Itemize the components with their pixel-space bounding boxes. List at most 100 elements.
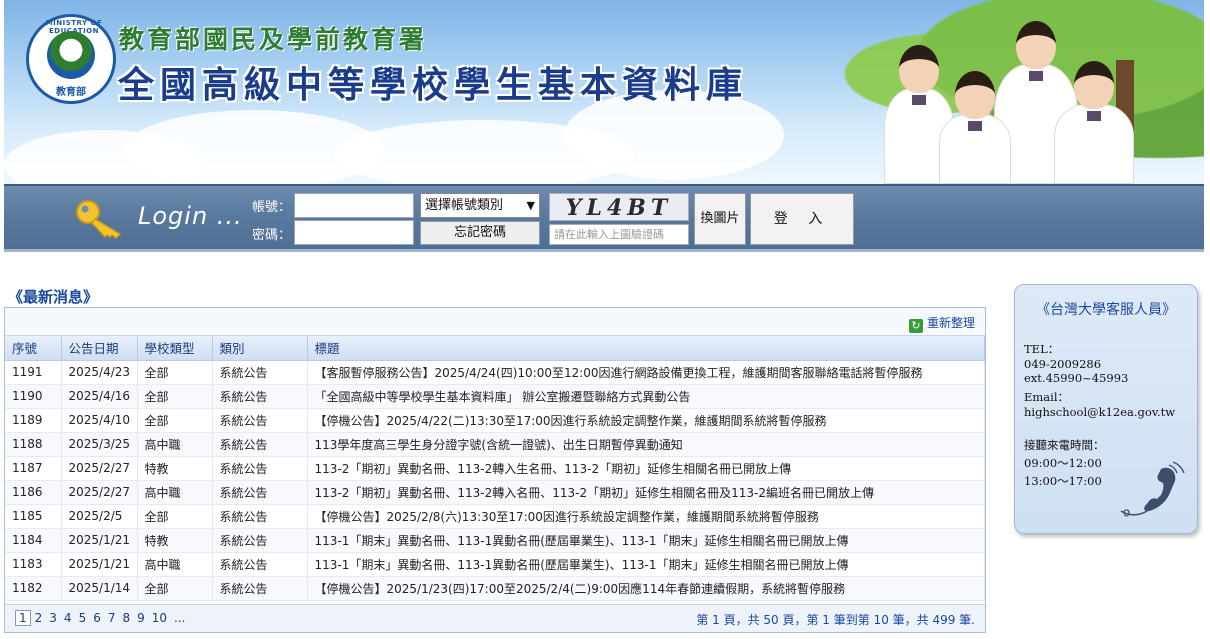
table-row[interactable]: 1186 2025/2/27 高中職 系統公告 113-2「期初」異動名冊、113-2轉…: [5, 480, 985, 505]
page-link[interactable]: 7: [105, 611, 119, 625]
cell-category: 系統公告: [212, 576, 308, 601]
table-row[interactable]: 1183 2025/1/21 高中職 系統公告 113-1「期末」異動名冊、113-1異…: [5, 552, 985, 577]
news-panel: ↻ 重新整理 序號 公告日期 學校類型 類別 標題 1191 2025/4/23 全部…: [4, 307, 986, 633]
cell-category: 系統公告: [212, 456, 308, 481]
cell-id: 1184: [5, 528, 62, 553]
pagination-bar: 1 2 3 4 5 6 7 8 9 10... 第 1 頁，共 50 頁，第 1 筆到第 10 筆…: [5, 604, 985, 632]
cell-title[interactable]: 113-1「期末」異動名冊、113-1異動名冊(歷屆畢業生)、113-1「期末」…: [307, 552, 985, 577]
table-row[interactable]: 1190 2025/4/16 全部 系統公告 「全國高級中等學校學生基本資料庫」 辦公室…: [5, 384, 985, 409]
page-link[interactable]: 4: [61, 611, 75, 625]
page-links: 1 2 3 4 5 6 7 8 9 10...: [15, 610, 190, 626]
account-label: 帳號：: [252, 200, 292, 215]
refresh-label: 重新整理: [926, 316, 975, 330]
cell-title[interactable]: 113-1「期末」異動名冊、113-1異動名冊(歷屆畢業生)、113-1「期末」…: [307, 528, 985, 553]
refresh-captcha-button[interactable]: 換圖片: [694, 193, 746, 245]
forgot-password-button[interactable]: 忘記密碼: [420, 221, 540, 245]
captcha-image: YL4BT: [549, 193, 689, 221]
page-link[interactable]: 6: [90, 611, 104, 625]
header-banner: MINISTRY OF EDUCATION 教育部 教育部國民及學前教育署 全國…: [4, 0, 1204, 184]
cell-title[interactable]: 【停機公告】2025/2/8(六)13:30至17:00因進行系統設定調整作業，…: [307, 504, 985, 529]
cell-category: 系統公告: [212, 384, 308, 409]
news-heading: 《最新消息》: [8, 288, 99, 306]
password-label: 密碼：: [252, 228, 292, 243]
hours-morning: 09:00～12:00: [1024, 456, 1102, 470]
cell-id: 1185: [5, 504, 62, 529]
cell-title[interactable]: 113學年度高三學生身分證字號(含統一證號)、出生日期暫停異動通知: [307, 432, 985, 457]
support-contact-box: 《台灣大學客服人員》 TEL： 049-2009286 ext.45990~45…: [1014, 284, 1198, 534]
tel-value: 049-2009286 ext.45990~45993: [1024, 357, 1129, 385]
cell-title[interactable]: 【停機公告】2025/1/23(四)17:00至2025/2/4(二)9:00因…: [307, 576, 985, 601]
page-link[interactable]: 5: [76, 611, 90, 625]
cell-title[interactable]: 113-2「期初」異動名冊、113-2轉入生名冊、113-2「期初」延修生相關名…: [307, 456, 985, 481]
column-header-title[interactable]: 標題: [307, 336, 985, 361]
cell-title[interactable]: 【客服暫停服務公告】2025/4/24(四)10:00至12:00因進行網路設備…: [307, 360, 985, 385]
cell-id: 1186: [5, 480, 62, 505]
cell-id: 1190: [5, 384, 62, 409]
cell-category: 系統公告: [212, 408, 308, 433]
page-link[interactable]: 8: [119, 611, 133, 625]
cell-category: 系統公告: [212, 480, 308, 505]
cell-date: 2025/3/25: [61, 432, 138, 457]
page-link[interactable]: 3: [46, 611, 60, 625]
cell-school-type: 高中職: [137, 480, 213, 505]
cell-school-type: 高中職: [137, 432, 213, 457]
login-button[interactable]: 登 入: [750, 193, 854, 245]
cell-school-type: 全部: [137, 576, 213, 601]
site-title: 全國高級中等學校學生基本資料庫: [118, 64, 749, 106]
cell-id: 1189: [5, 408, 62, 433]
cell-school-type: 全部: [137, 360, 213, 385]
page-info: 第 1 頁，共 50 頁，第 1 筆到第 10 筆，共 499 筆.: [696, 613, 975, 627]
cell-school-type: 特教: [137, 528, 213, 553]
cell-id: 1187: [5, 456, 62, 481]
refresh-icon: ↻: [908, 319, 923, 333]
tel-label: TEL：: [1024, 342, 1060, 356]
page-link[interactable]: 1: [15, 610, 31, 626]
cell-category: 系統公告: [212, 432, 308, 457]
cell-school-type: 高中職: [137, 552, 213, 577]
column-header-date[interactable]: 公告日期: [61, 336, 138, 361]
cell-id: 1191: [5, 360, 62, 385]
cell-date: 2025/1/14: [61, 576, 138, 601]
cell-date: 2025/1/21: [61, 552, 138, 577]
column-header-school-type[interactable]: 學校類型: [137, 336, 213, 361]
password-input[interactable]: [294, 220, 414, 245]
column-header-id[interactable]: 序號: [5, 336, 62, 361]
cell-id: 1183: [5, 552, 62, 577]
cell-id: 1182: [5, 576, 62, 601]
captcha-input[interactable]: 請在此輸入上圖驗證碼: [549, 224, 689, 245]
account-type-select[interactable]: 選擇帳號類別 ▼: [420, 193, 540, 218]
table-row[interactable]: 1185 2025/2/5 全部 系統公告 【停機公告】2025/2/8(六)13:30…: [5, 504, 985, 529]
table-header-row: 序號 公告日期 學校類型 類別 標題: [5, 336, 985, 361]
cell-category: 系統公告: [212, 360, 308, 385]
table-row[interactable]: 1184 2025/1/21 特教 系統公告 113-1「期末」異動名冊、113-1異動…: [5, 528, 985, 553]
table-row[interactable]: 1191 2025/4/23 全部 系統公告 【客服暫停服務公告】2025/4/24(四…: [5, 360, 985, 385]
table-row[interactable]: 1189 2025/4/10 全部 系統公告 【停機公告】2025/4/22(二)13:…: [5, 408, 985, 433]
ministry-logo: MINISTRY OF EDUCATION 教育部: [26, 14, 116, 104]
chevron-down-icon: ▼: [526, 199, 535, 212]
cell-category: 系統公告: [212, 528, 308, 553]
cell-date: 2025/4/16: [61, 384, 138, 409]
hours-label: 接聽來電時間：: [1024, 438, 1105, 452]
cell-school-type: 特教: [137, 456, 213, 481]
table-row[interactable]: 1187 2025/2/27 特教 系統公告 113-2「期初」異動名冊、113-2轉入…: [5, 456, 985, 481]
page-more-link[interactable]: ...: [171, 611, 188, 625]
account-input[interactable]: [294, 193, 414, 218]
page-link[interactable]: 2: [32, 611, 46, 625]
cell-school-type: 全部: [137, 504, 213, 529]
cell-date: 2025/2/27: [61, 456, 138, 481]
page-link[interactable]: 9: [134, 611, 148, 625]
login-bar: Login ... 帳號： 密碼： 選擇帳號類別 ▼ 忘記密碼 YL4BT 請在…: [4, 184, 1204, 252]
table-row[interactable]: 1188 2025/3/25 高中職 系統公告 113學年度高三學生身分證字號(含統一證…: [5, 432, 985, 457]
student-figure: [1054, 61, 1134, 184]
cell-title[interactable]: 「全國高級中等學校學生基本資料庫」 辦公室搬遷暨聯絡方式異動公告: [307, 384, 985, 409]
cell-school-type: 全部: [137, 408, 213, 433]
cell-title[interactable]: 113-2「期初」異動名冊、113-2轉入名冊、113-2「期初」延修生相關名冊…: [307, 480, 985, 505]
page-link[interactable]: 10: [149, 611, 170, 625]
cell-title[interactable]: 【停機公告】2025/4/22(二)13:30至17:00因進行系統設定調整作業…: [307, 408, 985, 433]
support-title: 《台灣大學客服人員》: [1036, 302, 1176, 318]
column-header-category[interactable]: 類別: [212, 336, 308, 361]
cell-date: 2025/2/5: [61, 504, 138, 529]
table-row[interactable]: 1182 2025/1/14 全部 系統公告 【停機公告】2025/1/23(四)17:…: [5, 576, 985, 601]
cell-date: 2025/1/21: [61, 528, 138, 553]
refresh-button[interactable]: ↻ 重新整理: [908, 314, 975, 333]
